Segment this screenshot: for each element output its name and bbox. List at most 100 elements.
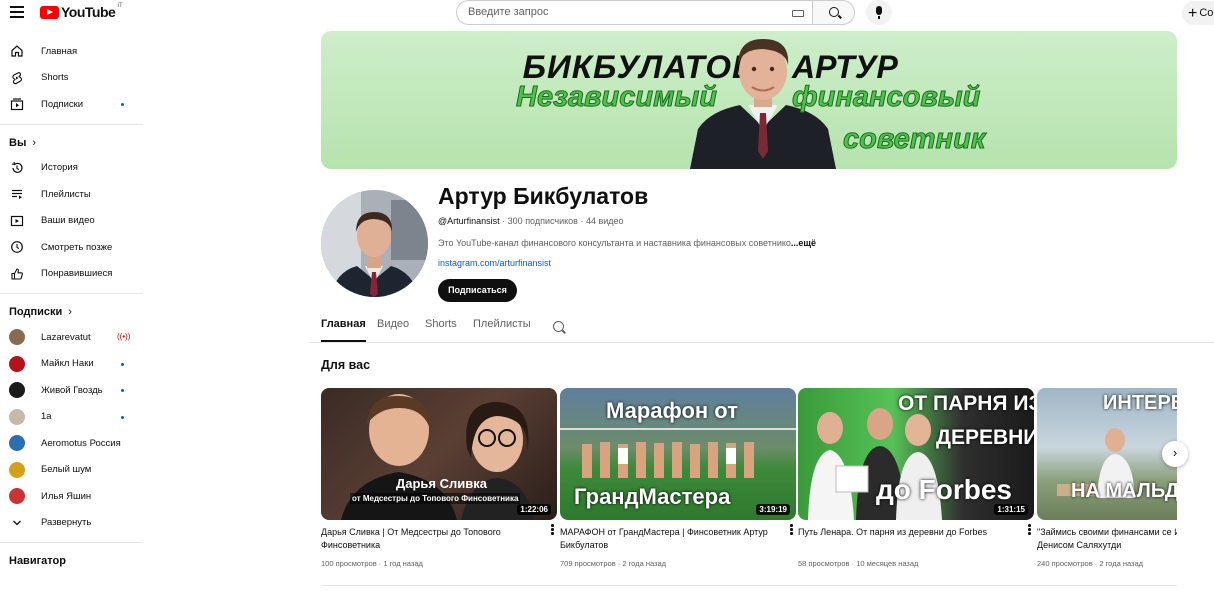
youtube-logo[interactable]: YouTube IT [40,3,123,20]
search-box [456,0,812,25]
sidebar-label: Главная [41,45,78,57]
video-card[interactable]: ИНТЕРВ НА МАЛЬД "Займись своими финансам… [1037,388,1177,568]
video-title[interactable]: "Займись своими финансами се Интервью с … [1037,526,1177,552]
view-count: 240 просмотров [1037,559,1093,568]
video-duration: 3:19:19 [756,504,790,515]
channel-avatar-small [9,435,25,452]
description-more[interactable]: ...ещё [791,238,816,248]
channel-avatar-small [9,461,25,478]
sidebar-subscription-item[interactable]: Белый шум [0,457,143,484]
thumbnail-caption: ОТ ПАРНЯ ИЗ [898,392,1034,415]
more-options-icon[interactable] [790,524,794,536]
more-options-icon[interactable] [1028,524,1032,536]
channel-meta: @Arturfinansist · 300 подписчиков · 44 в… [438,216,624,226]
sidebar-item-your-videos[interactable]: Ваши видео [0,208,143,235]
banner-text-advisor: советник [842,123,986,156]
thumbnail-subcaption: НА МАЛЬД [1071,480,1177,502]
video-title[interactable]: МАРАФОН от ГрандМастера | Финсоветник Ар… [560,526,780,552]
sidebar-item-shorts[interactable]: Shorts [0,65,143,92]
sidebar-label: Понравившиеся [41,268,113,280]
new-content-dot [121,389,124,392]
tab-shorts[interactable]: Shorts [425,318,457,342]
video-title[interactable]: Дарья Сливка | От Медсестры до Топового … [321,526,541,552]
search-button[interactable] [812,0,855,25]
video-duration: 1:31:15 [994,504,1028,515]
video-thumbnail[interactable]: ОТ ПАРНЯ ИЗ ДЕРЕВНИ до Forbes 1:31:15 [798,388,1034,520]
sidebar-item-history[interactable]: История [0,155,143,182]
sidebar-subscription-item[interactable]: Живой Гвоздь [0,377,143,404]
more-options-icon[interactable] [551,524,555,536]
sidebar-navigator-heading: Навигатор [0,549,143,573]
sidebar-item-home[interactable]: Главная [0,38,143,65]
sidebar-divider [0,293,143,294]
video-card[interactable]: Марафон от ГрандМастера 3:19:19 МАРАФОН … [560,388,796,568]
watch-later-icon [10,240,24,254]
create-label: Со [1199,7,1214,19]
sidebar-subscriptions-heading[interactable]: Подписки › [0,300,143,324]
channel-avatar[interactable] [321,190,428,297]
channel-description[interactable]: Это YouTube-канал финансового консультан… [438,238,816,248]
video-thumbnail[interactable]: Дарья Сливка от Медсестры до Топового Фи… [321,388,557,520]
sidebar-label: Живой Гвоздь [41,384,103,396]
channel-avatar-small [9,382,25,399]
shorts-icon [10,71,24,85]
sidebar-item-subscriptions[interactable]: Подписки [0,91,143,118]
sidebar-label: Развернуть [41,517,92,529]
sidebar-item-watch-later[interactable]: Смотреть позже [0,234,143,261]
sidebar-label: 1а [41,411,52,423]
sidebar-subscription-item[interactable]: Майкл Наки [0,351,143,378]
new-content-dot [121,362,124,366]
channel-search-icon[interactable] [553,321,564,332]
keyboard-icon[interactable] [792,10,804,17]
subscribe-button[interactable]: Подписаться [438,279,517,302]
tab-home[interactable]: Главная [321,318,366,342]
sidebar-item-liked[interactable]: Понравившиеся [0,261,143,288]
sidebar-subscription-item[interactable]: 1а [0,404,143,431]
sidebar-you-heading[interactable]: Вы › [0,131,143,155]
sidebar-label: Aeromotus Россия [41,437,121,449]
subscriptions-icon [10,97,24,111]
thumbnail-caption: Марафон от [606,398,738,423]
channel-link[interactable]: instagram.com/arturfinansist [438,258,551,268]
create-button[interactable]: + Со [1182,1,1214,25]
video-thumbnail[interactable]: ИНТЕРВ НА МАЛЬД [1037,388,1177,520]
sidebar: Главная Shorts Подписки Вы › История Плей… [0,38,143,573]
sidebar-label: Майкл Наки [41,358,94,370]
sidebar-label: Подписки [41,98,84,110]
playlists-icon [10,187,24,201]
tab-playlists[interactable]: Плейлисты [473,318,531,342]
sidebar-subscription-item[interactable]: Aeromotus Россия [0,430,143,457]
sidebar-label: Белый шум [41,464,92,476]
chevron-down-icon [10,516,24,530]
sidebar-subscription-item[interactable]: Lazarevatut ((•)) [0,324,143,351]
search-input[interactable] [468,6,768,18]
avatar-portrait-image [321,190,428,297]
menu-icon[interactable] [10,6,24,18]
video-title[interactable]: Путь Ленара. От парня из деревни до Forb… [798,526,1018,539]
upload-age: 1 год назад [383,559,423,568]
upload-age: 2 года назад [622,559,667,568]
sidebar-label: История [41,162,78,174]
sidebar-divider [0,542,143,543]
tabs-divider [309,342,1214,343]
channel-avatar-small [9,488,25,505]
sidebar-subscription-item[interactable]: Илья Яшин [0,483,143,510]
thumbnail-caption: Дарья Сливка [396,476,487,491]
video-card-clipped[interactable]: ИНТЕРВ НА МАЛЬД "Займись своими финансам… [1037,388,1177,588]
banner-text-financial: финансовый [791,81,981,114]
sidebar-item-expand[interactable]: Развернуть [0,510,143,537]
video-card[interactable]: ОТ ПАРНЯ ИЗ ДЕРЕВНИ до Forbes 1:31:15 Пу… [798,388,1034,568]
channel-name: Артур Бикбулатов [438,183,649,209]
video-card[interactable]: Дарья Сливка от Медсестры до Топового Фи… [321,388,557,568]
mic-icon [876,6,882,19]
channel-avatar-small [9,355,25,372]
video-thumbnail[interactable]: Марафон от ГрандМастера 3:19:19 [560,388,796,520]
voice-search-button[interactable] [866,0,892,25]
section-divider [321,585,1177,586]
tab-videos[interactable]: Видео [377,318,409,342]
liked-icon [10,267,24,281]
carousel-next-button[interactable]: › [1162,441,1188,467]
your-videos-icon [10,214,24,228]
channel-handle: @Arturfinansist [438,216,500,226]
sidebar-item-playlists[interactable]: Плейлисты [0,181,143,208]
